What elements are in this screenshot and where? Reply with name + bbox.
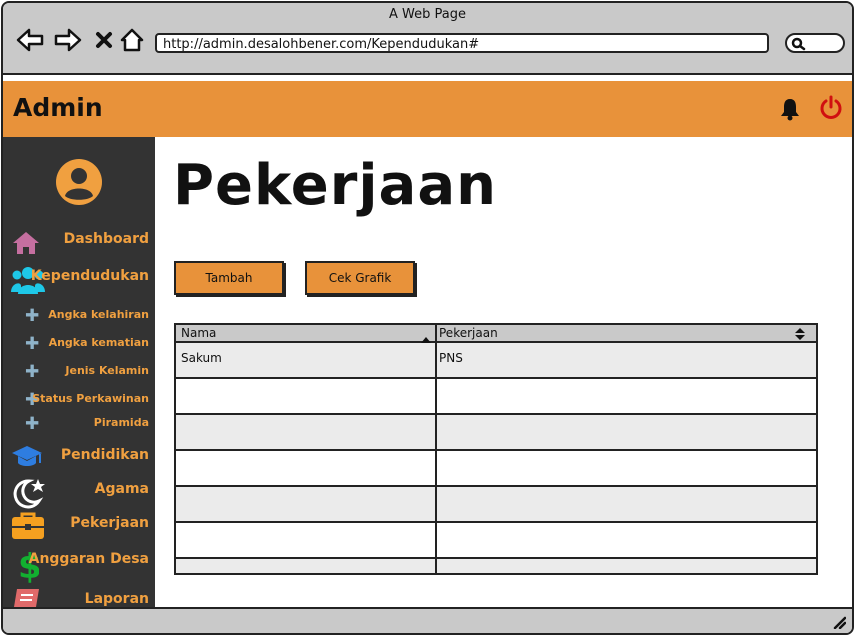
sidebar-subitem-label: Jenis Kelamin	[65, 364, 149, 377]
url-bar[interactable]: http://admin.desalohbener.com/Kependuduk…	[155, 33, 769, 53]
avatar-icon[interactable]	[54, 157, 104, 211]
sidebar-subitem-label: Status Perkawinan	[32, 392, 149, 405]
bell-icon[interactable]	[778, 97, 802, 125]
browser-chrome: A Web Page http://admin.desalohbener.com…	[3, 3, 852, 75]
app-title: Admin	[13, 93, 103, 122]
table-header: Nama Pekerjaan	[176, 325, 816, 343]
plus-icon: ✚	[25, 414, 40, 434]
sidebar-subitem-jenis-kelamin[interactable]: ✚ Jenis Kelamin	[3, 361, 155, 383]
page-title: Pekerjaan	[173, 153, 497, 218]
search-icon	[791, 37, 806, 51]
add-button[interactable]: Tambah	[174, 261, 284, 295]
sidebar-item-label: Kependudukan	[30, 268, 149, 284]
power-icon[interactable]	[818, 95, 844, 125]
search-field[interactable]	[785, 33, 845, 53]
table-row[interactable]	[176, 487, 816, 523]
status-bar	[3, 607, 852, 633]
sidebar-item-pekerjaan[interactable]: Pekerjaan	[3, 511, 155, 541]
column-header-pekerjaan[interactable]: Pekerjaan	[439, 325, 498, 342]
sidebar-subitem-label: Piramida	[93, 416, 149, 429]
sidebar-subitem-label: Angka kelahiran	[48, 308, 149, 321]
sidebar-item-kependudukan[interactable]: Kependudukan	[3, 264, 155, 294]
table-row[interactable]	[176, 415, 816, 451]
moon-star-icon	[11, 477, 47, 513]
sidebar-item-label: Agama	[94, 481, 149, 497]
sidebar-subitem-angka-kelahiran[interactable]: ✚ Angka kelahiran	[3, 305, 155, 327]
column-header-nama[interactable]: Nama	[181, 325, 216, 342]
sidebar-item-anggaran-desa[interactable]: $ Anggaran Desa	[3, 547, 155, 587]
sidebar-item-label: Pekerjaan	[70, 515, 149, 531]
sidebar-subitem-angka-kematian[interactable]: ✚ Angka kematian	[3, 333, 155, 355]
cell-pekerjaan: PNS	[439, 351, 463, 365]
sidebar-subitem-piramida[interactable]: ✚ Piramida	[3, 413, 155, 435]
data-table: Nama Pekerjaan Sakum PNS	[174, 323, 818, 575]
back-icon[interactable]	[15, 25, 45, 55]
graduation-cap-icon	[11, 443, 43, 475]
sidebar-item-label: Dashboard	[63, 231, 149, 247]
sidebar: Dashboard Kependudukan ✚ Angka kelahiran…	[3, 137, 155, 623]
briefcase-icon	[11, 511, 45, 545]
sidebar-item-label: Anggaran Desa	[28, 551, 149, 567]
table-row[interactable]	[176, 523, 816, 559]
sidebar-item-label: Laporan	[84, 591, 149, 607]
window-title: A Web Page	[389, 7, 466, 22]
table-row[interactable]	[176, 379, 816, 415]
column-divider	[435, 325, 437, 573]
cell-nama: Sakum	[181, 351, 222, 365]
resize-grip-icon[interactable]	[832, 614, 847, 633]
home-icon	[11, 227, 41, 261]
forward-icon[interactable]	[53, 25, 83, 55]
sidebar-subitem-status-perkawinan[interactable]: ✚ Status Perkawinan	[3, 389, 155, 411]
table-row[interactable]	[176, 559, 816, 573]
chart-button[interactable]: Cek Grafik	[305, 261, 415, 295]
table-row[interactable]: Sakum PNS	[176, 343, 816, 379]
sidebar-item-agama[interactable]: Agama	[3, 477, 155, 509]
table-row[interactable]	[176, 451, 816, 487]
plus-icon: ✚	[25, 362, 40, 382]
sidebar-subitem-label: Angka kematian	[48, 336, 149, 349]
browser-window: A Web Page http://admin.desalohbener.com…	[1, 1, 854, 635]
plus-icon: ✚	[25, 334, 40, 354]
sidebar-item-label: Pendidikan	[60, 447, 149, 463]
app-header: Admin	[3, 81, 852, 137]
close-icon[interactable]	[89, 25, 119, 55]
sidebar-item-pendidikan[interactable]: Pendidikan	[3, 443, 155, 473]
sidebar-item-dashboard[interactable]: Dashboard	[3, 227, 155, 257]
home-nav-icon[interactable]	[117, 25, 147, 55]
plus-icon: ✚	[25, 306, 40, 326]
